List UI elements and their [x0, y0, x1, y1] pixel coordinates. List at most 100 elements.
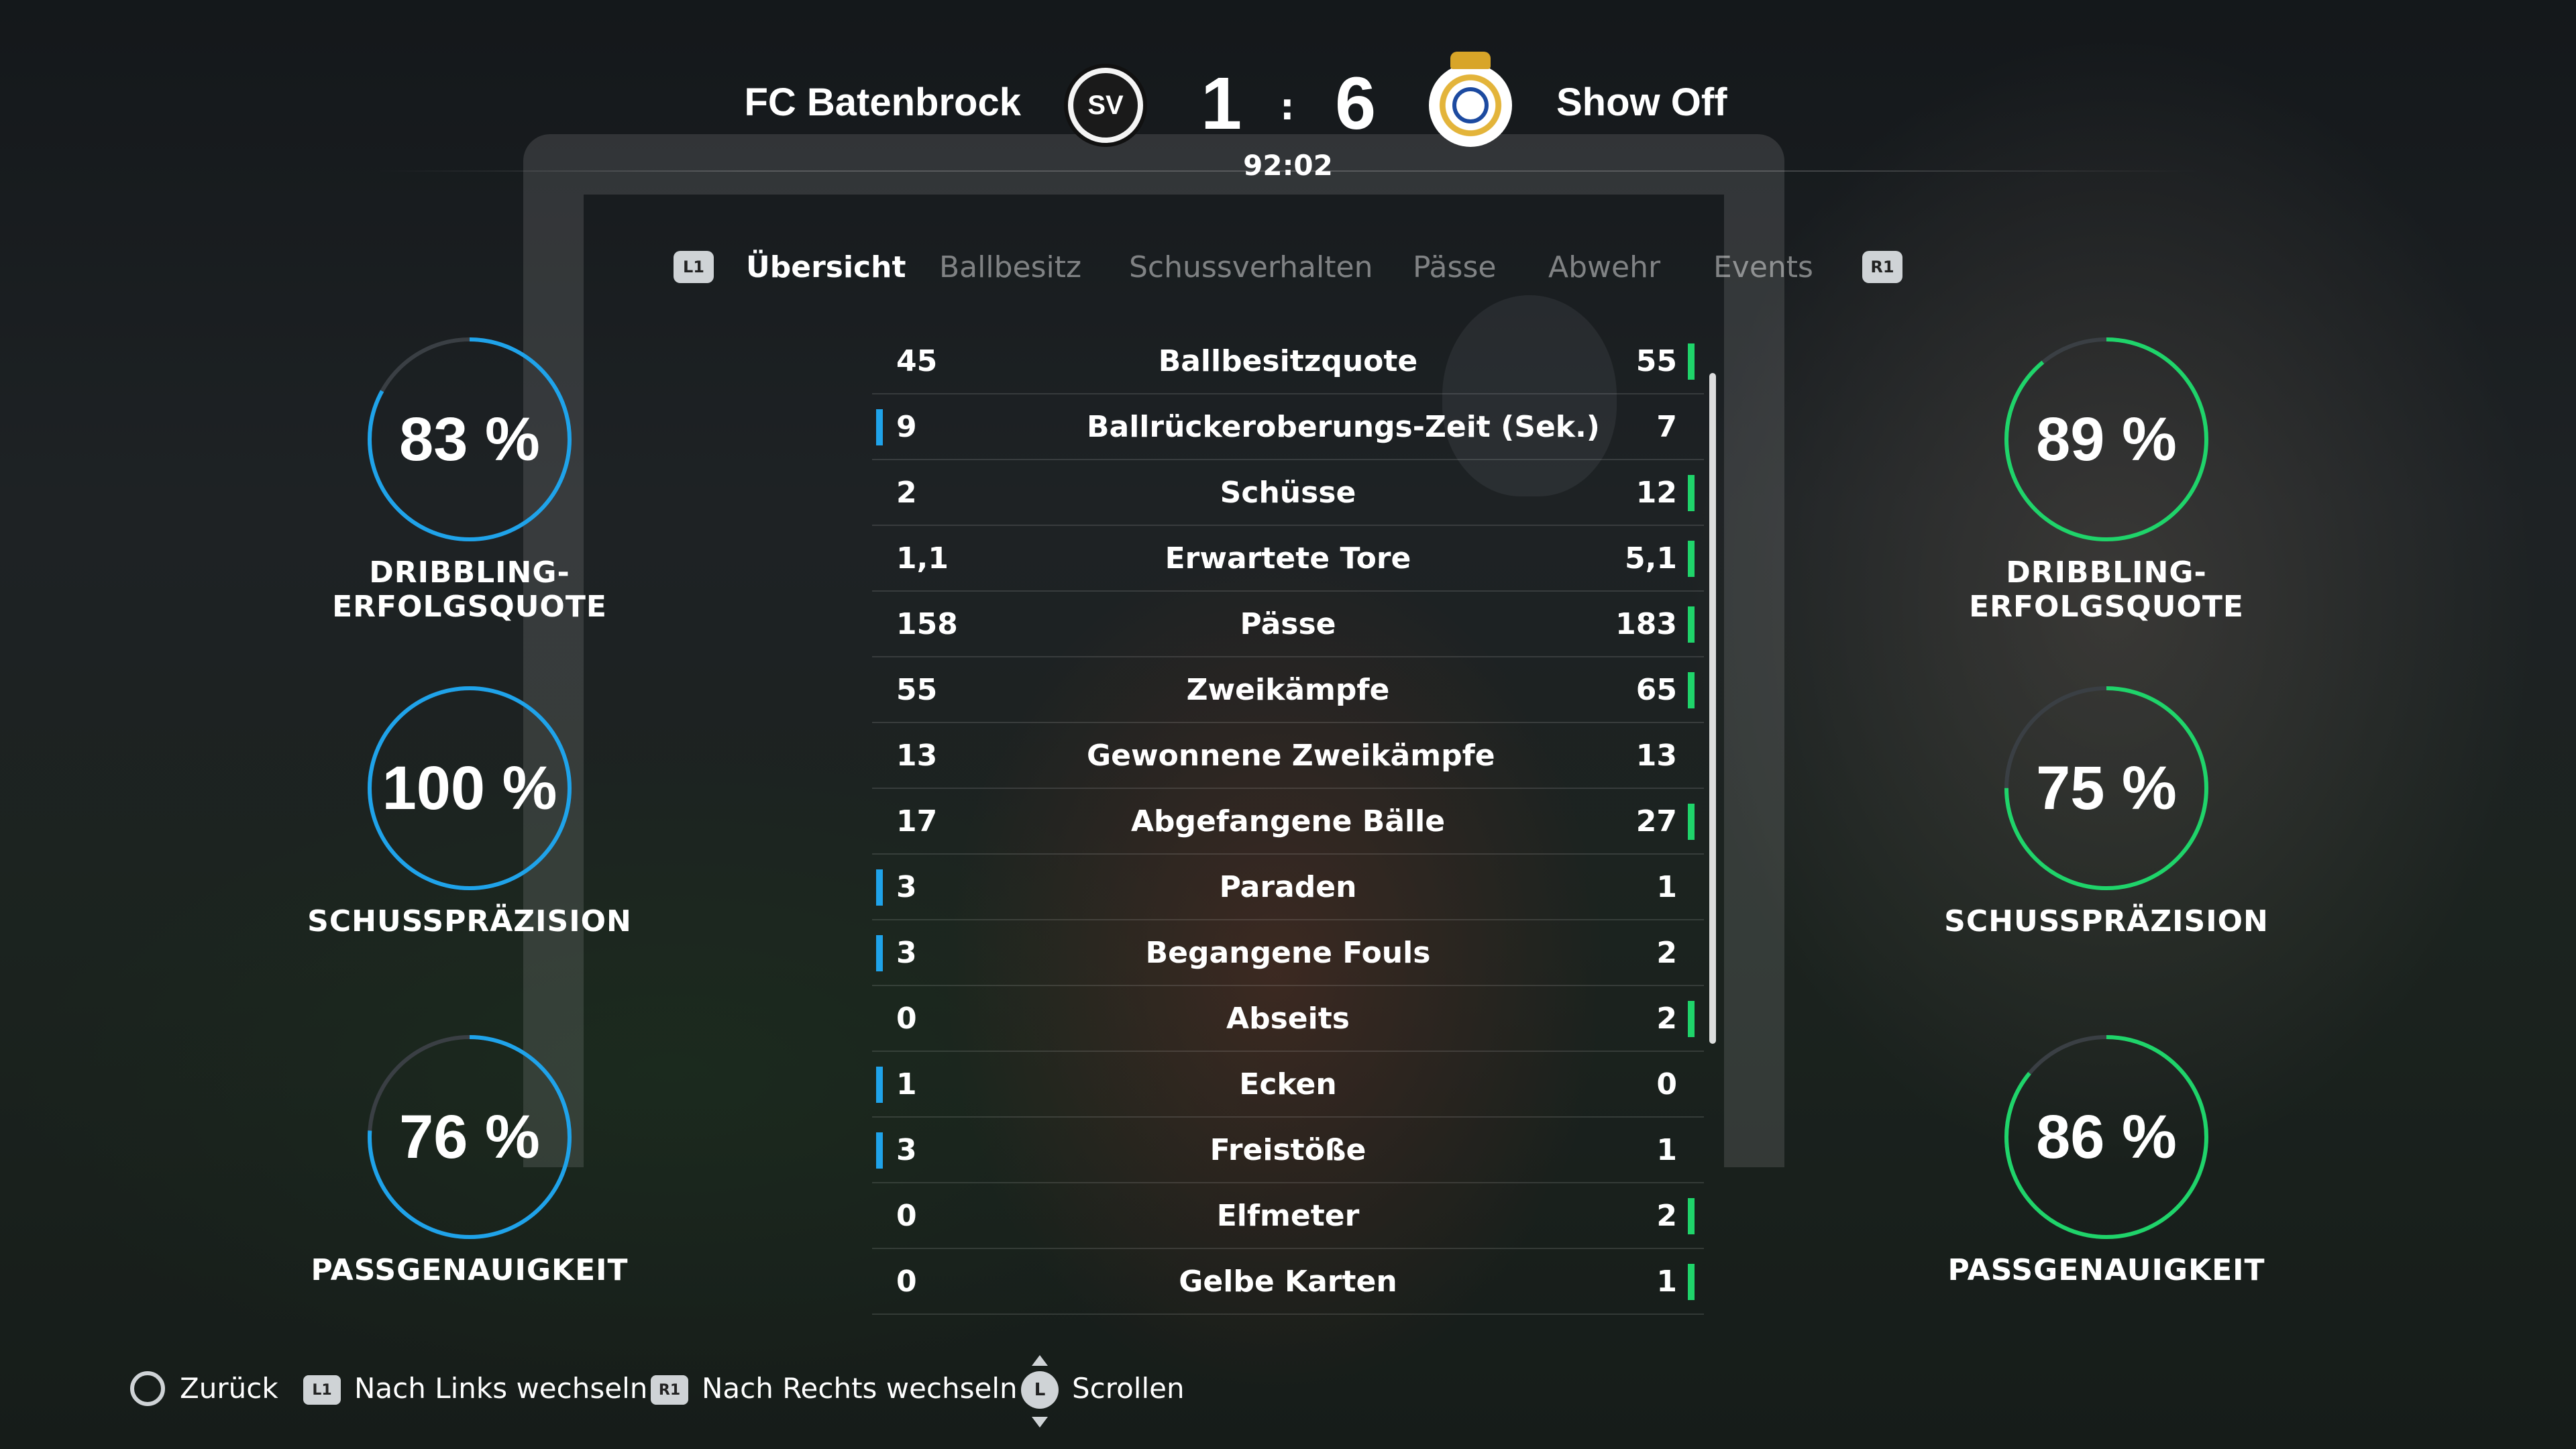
scroll-down-arrow-icon — [1032, 1417, 1048, 1428]
away-leader-bar — [1688, 1264, 1695, 1300]
stat-name: Zweikämpfe — [1186, 673, 1390, 707]
controls-footer: Zurück L1 Nach Links wechseln R1 Nach Re… — [0, 1355, 2576, 1429]
away-shot-accuracy-ring: 75 % SCHUSSPRÄZISION — [1872, 684, 2341, 993]
home-stat-value: 2 — [896, 476, 917, 510]
away-leader-bar — [1688, 475, 1695, 511]
ring-label: SCHUSSPRÄZISION — [307, 904, 632, 938]
stat-name: Abgefangene Bälle — [1130, 804, 1446, 839]
tab-shooting[interactable]: Schussverhalten — [1129, 244, 1373, 291]
stat-name: Ballrückeroberungs-Zeit (Sek.) — [1087, 410, 1600, 444]
home-score: 1 — [1201, 62, 1242, 145]
ring-label: SCHUSSPRÄZISION — [1944, 904, 2269, 938]
away-stat-value: 183 — [1615, 607, 1677, 641]
away-stat-value: 1 — [1656, 1133, 1677, 1167]
away-leader-bar — [1688, 804, 1695, 840]
home-leader-bar — [876, 1067, 883, 1103]
away-leader-bar — [1688, 343, 1695, 380]
away-leader-bar — [1688, 1001, 1695, 1037]
ring-value: 75 % — [2036, 753, 2177, 822]
tab-passes[interactable]: Pässe — [1413, 244, 1496, 291]
away-stat-value: 1 — [1656, 870, 1677, 904]
away-score: 6 — [1335, 62, 1377, 145]
away-leader-bar — [1688, 1198, 1695, 1234]
stat-row: 13 Gewonnene Zweikämpfe 13 — [872, 723, 1704, 789]
r1-button-icon[interactable]: R1 — [651, 1375, 688, 1405]
stat-name: Elfmeter — [1216, 1199, 1360, 1233]
home-shot-accuracy-ring: 100 % SCHUSSPRÄZISION — [235, 684, 704, 993]
stat-row: 55 Zweikämpfe 65 — [872, 657, 1704, 723]
stat-name: Freistöße — [1210, 1133, 1366, 1167]
home-team-name: FC Batenbrock — [744, 80, 1021, 124]
header-divider — [376, 170, 2200, 172]
back-label[interactable]: Zurück — [180, 1368, 278, 1409]
stat-name: Gelbe Karten — [1179, 1265, 1397, 1299]
home-stat-value: 1 — [896, 1067, 917, 1102]
away-stat-value: 2 — [1656, 936, 1677, 970]
stat-row: 0 Gelbe Karten 1 — [872, 1249, 1704, 1315]
stat-name: Ballbesitzquote — [1158, 344, 1418, 378]
home-team-crest: SV — [1064, 64, 1147, 147]
switch-left-label[interactable]: Nach Links wechseln — [354, 1368, 647, 1409]
stats-tab-bar: L1 Übersicht Ballbesitz Schussverhalten … — [0, 244, 2576, 291]
away-stat-value: 0 — [1656, 1067, 1677, 1102]
stat-name: Gewonnene Zweikämpfe — [1087, 739, 1495, 773]
tab-defense[interactable]: Abwehr — [1548, 244, 1660, 291]
away-stat-value: 2 — [1656, 1002, 1677, 1036]
tab-events[interactable]: Events — [1713, 244, 1813, 291]
stat-row: 0 Abseits 2 — [872, 986, 1704, 1052]
stat-row: 9 Ballrückeroberungs-Zeit (Sek.) 7 — [872, 394, 1704, 460]
away-stat-value: 12 — [1635, 476, 1677, 510]
stat-row: 158 Pässe 183 — [872, 592, 1704, 657]
ring-label: PASSGENAUIGKEIT — [311, 1253, 629, 1287]
home-stat-value: 3 — [896, 936, 917, 970]
scroll-label[interactable]: Scrollen — [1072, 1368, 1185, 1409]
home-leader-bar — [876, 935, 883, 971]
away-dribbling-ring: 89 % DRIBBLING-ERFOLGSQUOTE — [1872, 335, 2341, 644]
r1-button-icon[interactable]: R1 — [1862, 251, 1902, 283]
tab-possession[interactable]: Ballbesitz — [939, 244, 1081, 291]
ring-value: 76 % — [399, 1102, 540, 1171]
away-stat-value: 65 — [1635, 673, 1677, 707]
tab-overview[interactable]: Übersicht — [746, 244, 906, 291]
l1-button-icon[interactable]: L1 — [674, 251, 714, 283]
stats-scrollbar[interactable] — [1709, 373, 1716, 1044]
home-stat-value: 13 — [896, 739, 938, 773]
crest-ring-icon — [1452, 87, 1489, 123]
home-stat-value: 0 — [896, 1265, 917, 1299]
match-stats-table[interactable]: 45 Ballbesitzquote 55 9 Ballrückeroberungs-Z… — [872, 329, 1704, 1315]
ring-label: DRIBBLING-ERFOLGSQUOTE — [1969, 555, 2244, 624]
stat-name: Ecken — [1239, 1067, 1337, 1102]
home-stat-value: 55 — [896, 673, 938, 707]
home-stat-value: 0 — [896, 1002, 917, 1036]
stat-row: 45 Ballbesitzquote 55 — [872, 329, 1704, 394]
home-stat-value: 0 — [896, 1199, 917, 1233]
away-stat-value: 7 — [1656, 410, 1677, 444]
home-leader-bar — [876, 1132, 883, 1169]
home-stat-value: 17 — [896, 804, 938, 839]
home-leader-bar — [876, 409, 883, 445]
away-leader-bar — [1688, 606, 1695, 643]
l1-button-icon[interactable]: L1 — [303, 1375, 341, 1405]
home-stat-value: 9 — [896, 410, 917, 444]
ring-value: 86 % — [2036, 1102, 2177, 1171]
away-stat-value: 2 — [1656, 1199, 1677, 1233]
stat-row: 3 Paraden 1 — [872, 855, 1704, 920]
stat-name: Abseits — [1226, 1002, 1350, 1036]
stat-row: 3 Begangene Fouls 2 — [872, 920, 1704, 986]
ring-value: 100 % — [382, 753, 557, 822]
left-stick-icon[interactable]: L — [1021, 1371, 1059, 1409]
home-stat-value: 3 — [896, 870, 917, 904]
home-stat-value: 158 — [896, 607, 958, 641]
away-stat-value: 1 — [1656, 1265, 1677, 1299]
home-leader-bar — [876, 869, 883, 906]
stat-name: Begangene Fouls — [1145, 936, 1431, 970]
switch-right-label[interactable]: Nach Rechts wechseln — [702, 1368, 1018, 1409]
stat-name: Paraden — [1219, 870, 1357, 904]
match-header: FC Batenbrock SV 1 : 6 Show Off 92:02 — [0, 0, 2576, 201]
away-stat-value: 27 — [1635, 804, 1677, 839]
home-stat-value: 45 — [896, 344, 938, 378]
circle-button-icon[interactable] — [130, 1371, 165, 1406]
stat-row: 17 Abgefangene Bälle 27 — [872, 789, 1704, 855]
home-stat-value: 3 — [896, 1133, 917, 1167]
stat-row: 3 Freistöße 1 — [872, 1118, 1704, 1183]
